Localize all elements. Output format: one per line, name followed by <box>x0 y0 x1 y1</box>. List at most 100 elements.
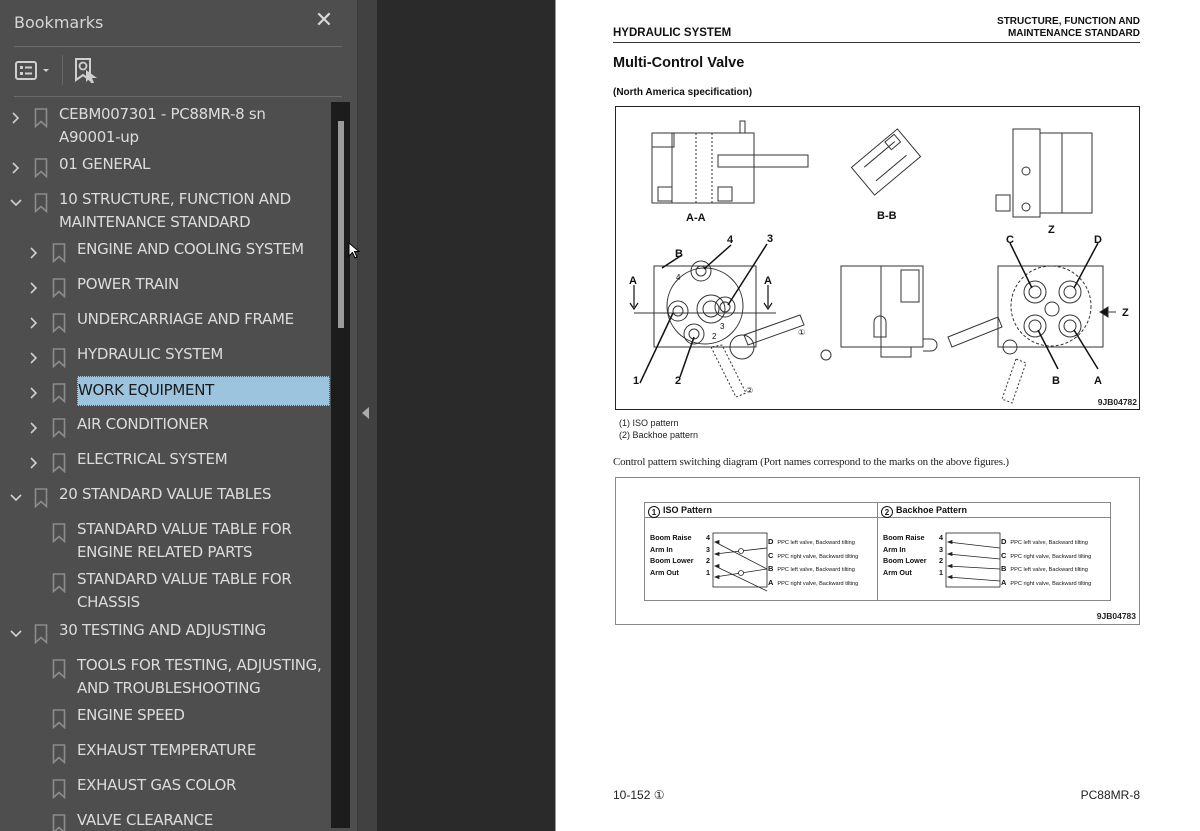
bookmark-item[interactable]: WORK EQUIPMENT <box>0 376 330 406</box>
operations-list: Boom Raise Arm In Boom Lower Arm Out <box>650 532 694 579</box>
bookmark-icon <box>52 243 66 263</box>
operation-label: Arm Out <box>883 568 912 578</box>
bookmark-item[interactable]: 20 STANDARD VALUE TABLES <box>0 483 330 509</box>
bookmark-icon <box>52 659 66 679</box>
bookmark-item[interactable]: UNDERCARRIAGE AND FRAME <box>0 308 330 334</box>
port-letter: B <box>768 564 774 574</box>
bookmark-icon <box>34 158 48 178</box>
bookmark-label[interactable]: WORK EQUIPMENT <box>77 376 330 406</box>
bookmark-item[interactable]: ENGINE AND COOLING SYSTEM <box>0 238 330 264</box>
divider <box>14 96 342 97</box>
bookmark-item[interactable]: AIR CONDITIONER <box>0 413 330 439</box>
bookmark-item[interactable]: EXHAUST GAS COLOR <box>0 774 330 800</box>
operation-label: Boom Raise <box>650 533 692 542</box>
mouse-cursor-icon <box>348 242 360 259</box>
port-letter: D <box>1001 537 1007 546</box>
bookmark-item[interactable]: POWER TRAIN <box>0 273 330 299</box>
scrollbar-thumb[interactable] <box>338 121 344 328</box>
bookmark-icon <box>52 348 66 368</box>
svg-text:D: D <box>1094 234 1102 246</box>
bookmark-label[interactable]: AIR CONDITIONER <box>77 413 209 436</box>
operations-list: Boom Raise Arm In Boom Lower Arm Out <box>883 532 927 579</box>
bookmark-label[interactable]: VALVE CLEARANCE <box>77 809 213 831</box>
bookmark-label[interactable]: 20 STANDARD VALUE TABLES <box>59 483 272 506</box>
control-pattern-figure: 1 ISO Pattern Boom Raise Arm In Boom Lowe… <box>615 477 1140 625</box>
chevron-down-icon[interactable] <box>9 627 23 641</box>
chevron-right-icon[interactable] <box>27 281 41 295</box>
page-header-chapter-line2: MAINTENANCE STANDARD <box>1007 28 1140 39</box>
svg-text:A: A <box>629 275 637 287</box>
panel-title: Bookmarks <box>14 13 104 32</box>
svg-text:2: 2 <box>675 375 681 387</box>
bookmark-label[interactable]: TOOLS FOR TESTING, ADJUSTING, AND TROUBL… <box>77 654 322 699</box>
chevron-right-icon[interactable] <box>9 161 23 175</box>
bookmark-icon <box>52 278 66 298</box>
close-icon[interactable]: ✕ <box>314 10 334 32</box>
bookmark-item[interactable]: 30 TESTING AND ADJUSTING <box>0 619 330 645</box>
bookmark-item[interactable]: CEBM007301 - PC88MR-8 sn A90001-up <box>0 103 330 151</box>
svg-text:①: ① <box>798 328 805 337</box>
chevron-right-icon[interactable] <box>27 456 41 470</box>
bookmark-label[interactable]: ENGINE AND COOLING SYSTEM <box>77 238 304 261</box>
options-menu-button[interactable] <box>14 58 56 84</box>
bookmarks-toolbar <box>0 50 357 96</box>
bookmark-label[interactable]: ELECTRICAL SYSTEM <box>77 448 228 471</box>
bookmark-item[interactable]: HYDRAULIC SYSTEM <box>0 343 330 369</box>
side-view-drawing <box>995 128 1093 218</box>
valve-technical-drawing: A-A B-B Z A A B 4 3 1 2 ① ② 3 2 4 C D B … <box>629 120 1129 404</box>
svg-text:3: 3 <box>767 233 773 245</box>
bookmark-label[interactable]: 30 TESTING AND ADJUSTING <box>59 619 266 642</box>
find-current-bookmark-button[interactable] <box>72 56 100 86</box>
svg-text:4: 4 <box>727 234 734 246</box>
bookmark-item[interactable]: EXHAUST TEMPERATURE <box>0 739 330 765</box>
bookmark-label[interactable]: ENGINE SPEED <box>77 704 185 727</box>
port-letter: A <box>1001 578 1007 588</box>
port-number: 3 <box>939 544 943 554</box>
port-letter: C <box>1001 550 1007 560</box>
port-number: 2 <box>939 556 943 566</box>
figure-id: 9JB04783 <box>1096 611 1136 621</box>
iso-pattern-header: 1 ISO Pattern <box>645 503 877 518</box>
port-letter: D <box>768 537 774 546</box>
port-number: 3 <box>706 544 710 554</box>
bookmark-item[interactable]: 01 GENERAL <box>0 153 330 179</box>
port-number: 4 <box>706 533 710 542</box>
chevron-right-icon[interactable] <box>27 386 41 400</box>
bookmark-label[interactable]: EXHAUST GAS COLOR <box>77 774 236 797</box>
chevron-right-icon[interactable] <box>27 351 41 365</box>
section-label-b-b: B-B <box>877 210 897 222</box>
bookmark-item[interactable]: STANDARD VALUE TABLE FOR CHASSIS <box>0 568 330 616</box>
bookmark-item[interactable]: ENGINE SPEED <box>0 704 330 730</box>
port-number: 1 <box>706 568 710 578</box>
port-view-letters <box>947 242 1116 404</box>
chevron-down-icon[interactable] <box>9 491 23 505</box>
bookmark-item[interactable]: VALVE CLEARANCE <box>0 809 330 831</box>
bookmark-item[interactable]: ELECTRICAL SYSTEM <box>0 448 330 474</box>
bookmark-icon <box>52 418 66 438</box>
svg-text:A: A <box>764 275 772 287</box>
bookmark-label[interactable]: STANDARD VALUE TABLE FOR CHASSIS <box>77 568 292 613</box>
port-numbers: 4 3 2 1 <box>706 532 710 579</box>
legend-item: (2) Backhoe pattern <box>619 429 699 440</box>
chevron-down-icon[interactable] <box>9 196 23 210</box>
bookmark-label[interactable]: STANDARD VALUE TABLE FOR ENGINE RELATED … <box>77 518 292 563</box>
svg-text:3: 3 <box>720 322 725 331</box>
bookmark-item[interactable]: STANDARD VALUE TABLE FOR ENGINE RELATED … <box>0 518 330 566</box>
chevron-right-icon[interactable] <box>27 421 41 435</box>
collapse-panel-icon[interactable] <box>362 407 369 419</box>
bookmark-label[interactable]: CEBM007301 - PC88MR-8 sn A90001-up <box>59 103 266 148</box>
chevron-right-icon[interactable] <box>27 246 41 260</box>
bookmark-icon <box>52 709 66 729</box>
bookmark-label[interactable]: HYDRAULIC SYSTEM <box>77 343 223 366</box>
bookmark-item[interactable]: TOOLS FOR TESTING, ADJUSTING, AND TROUBL… <box>0 654 330 702</box>
bookmark-label[interactable]: UNDERCARRIAGE AND FRAME <box>77 308 294 331</box>
chevron-right-icon[interactable] <box>9 111 23 125</box>
backhoe-pattern-title: Backhoe Pattern <box>896 505 968 515</box>
bookmark-label[interactable]: 01 GENERAL <box>59 153 150 176</box>
bookmark-label[interactable]: EXHAUST TEMPERATURE <box>77 739 256 762</box>
bookmark-item[interactable]: 10 STRUCTURE, FUNCTION AND MAINTENANCE S… <box>0 188 330 236</box>
bookmark-label[interactable]: POWER TRAIN <box>77 273 179 296</box>
bookmark-icon <box>52 383 66 403</box>
bookmark-label[interactable]: 10 STRUCTURE, FUNCTION AND MAINTENANCE S… <box>59 188 291 233</box>
chevron-right-icon[interactable] <box>27 316 41 330</box>
